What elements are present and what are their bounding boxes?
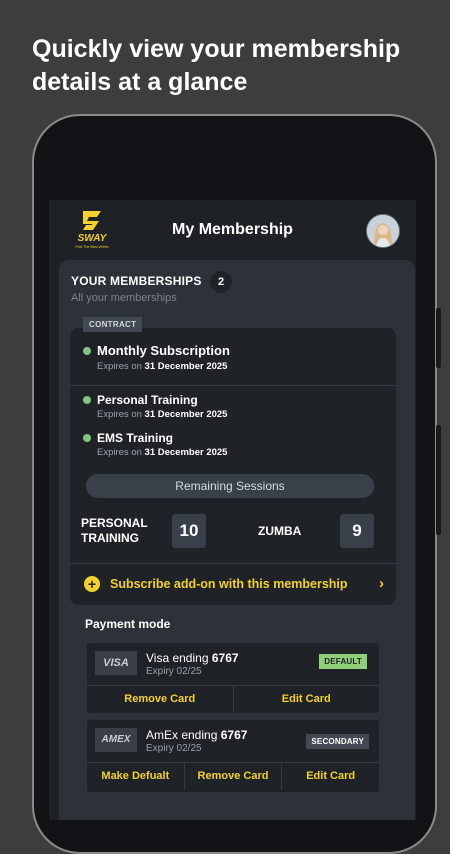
section-subtitle: All your memberships <box>71 292 177 304</box>
membership-panel: YOUR MEMBERSHIPS 2 All your memberships … <box>59 260 415 820</box>
card-actions: Remove Card Edit Card <box>87 685 379 713</box>
active-status-dot <box>83 396 91 404</box>
plan-expiry: Expires on 31 December 2025 <box>97 447 228 458</box>
secondary-badge: SECONDARY <box>306 734 369 749</box>
phone-side-button <box>436 308 441 368</box>
addon-label: Subscribe add-on with this membership <box>110 577 348 591</box>
card-actions: Make Defualt Remove Card Edit Card <box>87 762 379 790</box>
section-title: YOUR MEMBERSHIPS <box>71 274 202 288</box>
default-badge: DEFAULT <box>319 654 367 669</box>
remove-card-button[interactable]: Remove Card <box>87 686 233 713</box>
plan-expiry: Expires on 31 December 2025 <box>97 409 228 420</box>
payment-card: AMEX AmEx ending 6767 Expiry 02/25 SECON… <box>87 720 379 792</box>
session-label: PERSONAL TRAINING <box>81 516 148 545</box>
session-count: 9 <box>340 514 374 548</box>
profile-avatar[interactable] <box>366 214 400 248</box>
plan-name: Personal Training <box>97 393 198 407</box>
logo-tagline: Feel The Best Within <box>75 245 108 249</box>
divider <box>70 385 396 386</box>
chevron-right-icon: › <box>379 575 384 592</box>
app-screen: SWAY Feel The Best Within My Membership … <box>49 200 416 820</box>
phone-side-button <box>436 425 441 535</box>
remove-card-button[interactable]: Remove Card <box>183 763 282 790</box>
card-name: Visa ending 6767 <box>146 651 239 665</box>
payment-mode-title: Payment mode <box>85 617 171 631</box>
visa-card-icon: VISA <box>95 651 137 675</box>
app-header: SWAY Feel The Best Within My Membership <box>49 200 416 260</box>
session-label: ZUMBA <box>258 524 302 538</box>
page-title: My Membership <box>172 221 293 238</box>
card-expiry: Expiry 02/25 <box>146 666 202 677</box>
edit-card-button[interactable]: Edit Card <box>281 763 379 790</box>
session-count: 10 <box>172 514 206 548</box>
membership-card[interactable]: Monthly Subscription Expires on 31 Decem… <box>70 328 396 605</box>
remaining-sessions-header: Remaining Sessions <box>86 474 374 498</box>
edit-card-button[interactable]: Edit Card <box>232 686 380 713</box>
plan-name: EMS Training <box>97 431 174 445</box>
promo-headline: Quickly view your membership details at … <box>32 35 401 96</box>
contract-tag: CONTRACT <box>83 317 143 332</box>
card-name: AmEx ending 6767 <box>146 728 248 742</box>
amex-card-icon: AMEX <box>95 728 137 752</box>
card-expiry: Expiry 02/25 <box>146 743 202 754</box>
plan-name: Monthly Subscription <box>97 343 230 358</box>
user-avatar-icon <box>367 215 399 247</box>
plan-expiry: Expires on 31 December 2025 <box>97 361 228 372</box>
membership-count-badge: 2 <box>210 271 232 293</box>
payment-card: VISA Visa ending 6767 Expiry 02/25 DEFAU… <box>87 643 379 713</box>
active-status-dot <box>83 347 91 355</box>
make-default-button[interactable]: Make Defualt <box>87 763 184 790</box>
active-status-dot <box>83 434 91 442</box>
plus-circle-icon: + <box>84 576 100 592</box>
subscribe-addon-link[interactable]: + Subscribe add-on with this membership … <box>70 563 396 605</box>
